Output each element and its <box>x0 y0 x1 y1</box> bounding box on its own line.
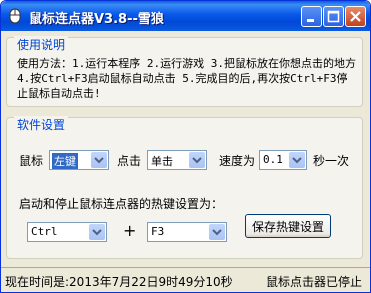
title-bar[interactable]: 鼠标连点器V3.8--雪狼 <box>1 1 370 31</box>
close-icon <box>350 11 361 22</box>
mouse-label: 鼠标 <box>19 154 44 168</box>
speed-unit-label: 秒一次 <box>313 154 350 168</box>
chevron-down-icon[interactable] <box>189 152 205 168</box>
modifier-key-select[interactable]: Ctrl <box>27 222 107 242</box>
maximize-button[interactable] <box>323 6 344 27</box>
chevron-down-icon[interactable] <box>91 152 107 168</box>
usage-legend: 使用说明 <box>14 36 69 53</box>
current-time-text: 现在时间是:2013年7月22日9时49分10秒 <box>5 275 233 289</box>
mouse-button-select[interactable]: 左键 <box>49 150 109 170</box>
minimize-icon <box>307 19 314 22</box>
mouse-app-icon <box>7 8 23 24</box>
settings-groupbox: 软件设置 鼠标 左键 点击 单击 速度为 0.1 秒一次 启动和停止鼠标连点器的… <box>6 116 363 259</box>
save-hotkey-button[interactable]: 保存热键设置 <box>245 214 331 238</box>
close-button[interactable] <box>345 6 366 27</box>
mouse-button-value: 左键 <box>52 153 78 169</box>
function-key-select[interactable]: F3 <box>147 222 227 242</box>
chevron-down-icon[interactable] <box>289 152 305 168</box>
hotkey-label: 启动和停止鼠标连点器的热键设置为： <box>19 197 224 211</box>
plus-sign: + <box>123 221 137 240</box>
speed-label: 速度为 <box>219 154 256 168</box>
click-label: 点击 <box>117 154 142 168</box>
save-hotkey-button-label: 保存热键设置 <box>251 220 324 234</box>
window-title: 鼠标连点器V3.8--雪狼 <box>29 12 164 27</box>
modifier-key-value: Ctrl <box>31 225 58 238</box>
usage-groupbox: 使用说明 使用方法：1.运行本程序 2.运行游戏 3.把鼠标放在你想点击的地方 … <box>6 36 363 107</box>
click-type-select[interactable]: 单击 <box>147 150 207 170</box>
click-type-value: 单击 <box>151 155 173 168</box>
clicker-status-text: 鼠标点击器已停止 <box>265 275 362 289</box>
chevron-down-icon[interactable] <box>89 224 105 240</box>
app-window: 鼠标连点器V3.8--雪狼 使用说明 使用方法：1.运行本程序 2.运行游戏 3… <box>0 0 371 293</box>
usage-instructions: 使用方法：1.运行本程序 2.运行游戏 3.把鼠标放在你想点击的地方 4.按Ct… <box>17 57 356 100</box>
settings-legend: 软件设置 <box>14 116 69 133</box>
chevron-down-icon[interactable] <box>209 224 225 240</box>
function-key-value: F3 <box>151 225 165 238</box>
maximize-icon <box>327 10 340 23</box>
speed-value: 0.1 <box>263 153 283 166</box>
minimize-button[interactable] <box>301 6 322 27</box>
status-divider <box>1 267 370 268</box>
speed-select[interactable]: 0.1 <box>259 150 307 170</box>
